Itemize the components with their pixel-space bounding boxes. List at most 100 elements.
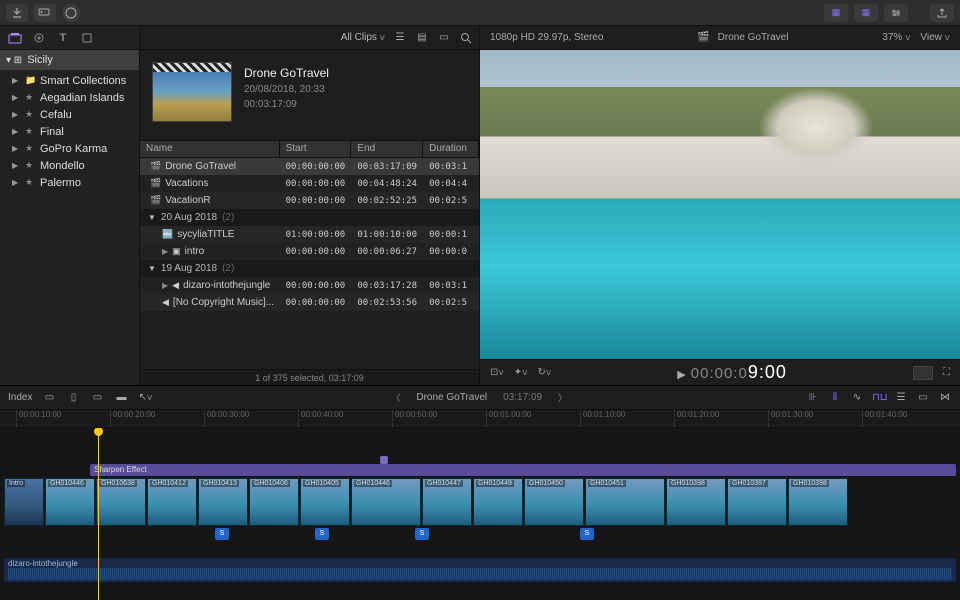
titles-tab-icon[interactable]: T — [56, 31, 70, 45]
sidebar-item[interactable]: ▶★Mondello — [0, 157, 139, 174]
skimming-icon[interactable]: ⊪ — [806, 392, 820, 403]
app-toolbar: ▦ ▦ — [0, 0, 960, 26]
select-tool-icon[interactable]: ↖ⅴ — [138, 392, 152, 403]
generators-tab-icon[interactable] — [80, 31, 94, 45]
snap-icon[interactable]: ⊓⊔ — [872, 392, 886, 403]
timeline-marker[interactable]: S — [315, 528, 329, 540]
filter-dropdown[interactable]: All Clips ⅴ — [341, 32, 385, 43]
video-clip[interactable]: GH010398 — [788, 478, 848, 526]
playhead[interactable] — [98, 428, 99, 600]
connect-clip-icon[interactable]: ▭ — [42, 392, 56, 403]
filmstrip-icon[interactable]: ▭ — [437, 31, 451, 45]
clip-title: Drone GoTravel — [244, 66, 329, 80]
viewer-timecode: ▶00:00:09:00 — [561, 362, 903, 383]
tl-settings-icon[interactable]: ☰ — [894, 392, 908, 403]
sidebar-item[interactable]: ▶📁Smart Collections — [0, 72, 139, 89]
video-clip[interactable]: GH010413 — [198, 478, 248, 526]
table-row[interactable]: 🎬 VacationR00:00:00:0000:02:52:2500:02:5 — [140, 192, 479, 209]
layout-timeline-button[interactable]: ▦ — [854, 4, 878, 22]
search-icon[interactable] — [459, 31, 473, 45]
transitions-icon[interactable]: ⋈ — [938, 392, 952, 403]
insert-clip-icon[interactable]: ▯ — [66, 392, 80, 403]
view-dropdown[interactable]: View ⅴ — [920, 32, 950, 43]
col-name[interactable]: Name — [140, 141, 280, 157]
video-clip[interactable]: GH010446 — [351, 478, 421, 526]
video-clip[interactable]: GH010451 — [585, 478, 665, 526]
table-row[interactable]: ▶◀ dizaro-intothejungle00:00:00:0000:03:… — [140, 277, 479, 294]
timeline-tracks[interactable]: Sharpen Effect IntroGH010446GH010638GH01… — [0, 428, 960, 600]
viewer-panel: 1080p HD 29.97p, Stereo 🎬Drone GoTravel … — [480, 26, 960, 385]
timeline-marker[interactable]: S — [215, 528, 229, 540]
col-end[interactable]: End — [351, 141, 423, 157]
col-start[interactable]: Start — [280, 141, 352, 157]
list-view-icon[interactable]: ▤ — [415, 31, 429, 45]
table-row[interactable]: 🎬 Vacations00:00:00:0000:04:48:2400:04:4 — [140, 175, 479, 192]
table-row[interactable]: 🔤 sycyliaTITLE01:00:00:0001:00:10:0000:0… — [140, 226, 479, 243]
play-icon[interactable]: ▶ — [677, 369, 686, 381]
layout-browser-button[interactable]: ▦ — [824, 4, 848, 22]
video-clip[interactable]: Intro — [4, 478, 44, 526]
effect-marker[interactable] — [380, 456, 388, 464]
table-row[interactable]: 🎬 Drone GoTravel00:00:00:0000:03:17:0900… — [140, 158, 479, 175]
library-tab-icon[interactable] — [8, 31, 22, 45]
sidebar-item[interactable]: ▶★GoPro Karma — [0, 140, 139, 157]
group-row[interactable]: ▼ 19 Aug 2018 (2) — [140, 260, 479, 277]
sidebar-item[interactable]: ▶★Cefalu — [0, 106, 139, 123]
group-row[interactable]: ▼ 20 Aug 2018 (2) — [140, 209, 479, 226]
audio-skim-icon[interactable]: ⫴ — [828, 392, 842, 403]
solo-icon[interactable]: ∿ — [850, 392, 864, 403]
clip-appearance-icon[interactable]: ☰ — [393, 31, 407, 45]
timeline-duration: 03:17:09 — [503, 392, 542, 403]
browser-status: 1 of 375 selected, 03:17:09 — [140, 369, 479, 385]
clip-date: 20/08/2018, 20:33 — [244, 84, 329, 95]
zoom-dropdown[interactable]: 37% ⅴ — [882, 32, 910, 43]
retime-tool-icon[interactable]: ↻ⅴ — [537, 367, 551, 378]
timeline-ruler[interactable]: 00:00:10:0000:00:20:0000:00:30:0000:00:4… — [0, 410, 960, 428]
video-clip[interactable]: GH010406 — [249, 478, 299, 526]
video-format: 1080p HD 29.97p, Stereo — [490, 32, 603, 43]
fullscreen-icon[interactable]: ⛶ — [943, 367, 950, 378]
history-back-icon[interactable]: 〈 — [391, 391, 400, 404]
video-clip[interactable]: GH010449 — [473, 478, 523, 526]
audio-clip[interactable]: dizaro-intothejungle — [4, 558, 956, 582]
sidebar-item[interactable]: ▶★Palermo — [0, 174, 139, 191]
timeline-marker[interactable]: S — [415, 528, 429, 540]
video-clip[interactable]: GH010447 — [422, 478, 472, 526]
clip-preview: Drone GoTravel 20/08/2018, 20:33 00:03:1… — [140, 50, 479, 140]
keyword-button[interactable] — [34, 4, 56, 22]
sidebar-item[interactable]: ▶★Aegadian Islands — [0, 89, 139, 106]
bg-tasks-button[interactable] — [62, 4, 80, 22]
timeline-marker[interactable]: S — [580, 528, 594, 540]
clip-thumbnail[interactable] — [152, 62, 232, 122]
table-row[interactable]: ◀ [No Copyright Music]...00:00:00:0000:0… — [140, 294, 479, 311]
transform-tool-icon[interactable]: ⊡ⅴ — [490, 367, 504, 378]
index-button[interactable]: Index — [8, 392, 32, 403]
enhance-tool-icon[interactable]: ✦ⅴ — [514, 367, 528, 378]
library-header[interactable]: ▾ ⊞ Sicily — [0, 50, 139, 70]
video-clip[interactable]: GH010412 — [147, 478, 197, 526]
share-button[interactable] — [930, 4, 954, 22]
sidebar-item[interactable]: ▶★Final — [0, 123, 139, 140]
video-clip[interactable]: GH010638 — [96, 478, 146, 526]
import-button[interactable] — [6, 4, 28, 22]
append-clip-icon[interactable]: ▭ — [90, 392, 104, 403]
library-name: Sicily — [27, 54, 53, 66]
history-fwd-icon[interactable]: 〉 — [558, 391, 567, 404]
overwrite-clip-icon[interactable]: ▬ — [114, 392, 128, 403]
video-clip[interactable]: GH010398 — [666, 478, 726, 526]
video-clip[interactable]: GH010405 — [300, 478, 350, 526]
clip-duration: 00:03:17:09 — [244, 99, 329, 110]
viewer-title: Drone GoTravel — [718, 32, 789, 43]
table-row[interactable]: ▶▣ intro00:00:00:0000:00:06:2700:00:0 — [140, 243, 479, 260]
viewer-canvas[interactable] — [480, 50, 960, 359]
effects-browser-icon[interactable]: ▭ — [916, 392, 930, 403]
photos-tab-icon[interactable] — [32, 31, 46, 45]
video-clip[interactable]: GH010446 — [45, 478, 95, 526]
video-clip[interactable]: GH010450 — [524, 478, 584, 526]
clip-table: Name Start End Duration 🎬 Drone GoTravel… — [140, 140, 479, 369]
effect-clip[interactable]: Sharpen Effect — [90, 464, 956, 476]
inspector-button[interactable] — [884, 4, 908, 22]
video-clip[interactable]: GH010397 — [727, 478, 787, 526]
col-duration[interactable]: Duration — [423, 141, 479, 157]
event-browser: All Clips ⅴ ☰ ▤ ▭ Drone GoTravel 20/08/2… — [140, 26, 480, 385]
